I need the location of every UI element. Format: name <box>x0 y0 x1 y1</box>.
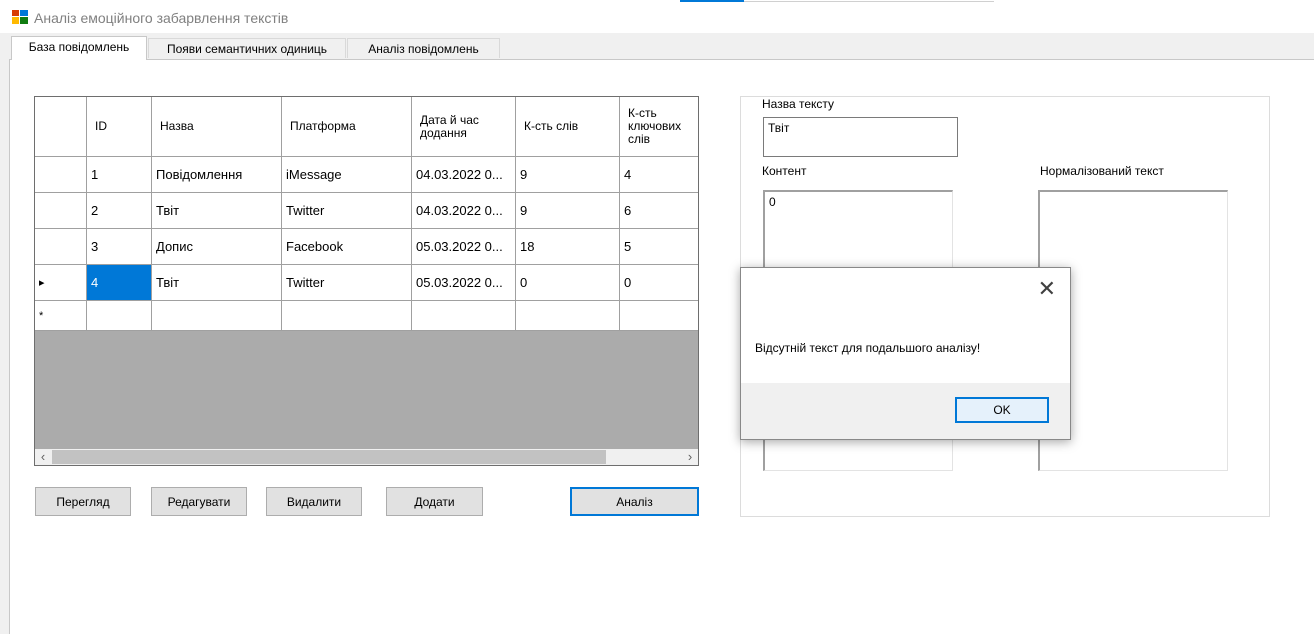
ok-button[interactable]: OK <box>955 397 1049 423</box>
table-cell[interactable]: 0 <box>516 265 620 301</box>
horizontal-scrollbar[interactable]: ‹ › <box>35 449 698 465</box>
title-accent-line <box>680 0 744 2</box>
scroll-left-arrow-icon[interactable]: ‹ <box>35 449 51 465</box>
close-icon[interactable]: ✕ <box>1038 276 1056 302</box>
column-header-id[interactable]: ID <box>87 97 152 157</box>
view-button[interactable]: Перегляд <box>35 487 131 516</box>
window-title: Аналіз емоційного забарвлення текстів <box>34 10 289 26</box>
table-cell-selected[interactable]: 4 <box>87 265 152 301</box>
new-row-cell[interactable] <box>87 301 152 331</box>
add-button[interactable]: Додати <box>386 487 483 516</box>
new-row-cell[interactable] <box>620 301 698 331</box>
grid-corner-header <box>35 97 87 157</box>
new-row-cell[interactable] <box>152 301 282 331</box>
column-header-keyword-count[interactable]: К-сть ключових слів <box>620 97 698 157</box>
tab-message-analysis[interactable]: Аналіз повідомлень <box>347 38 500 58</box>
new-row-cell[interactable] <box>282 301 412 331</box>
app-icon <box>12 10 28 24</box>
new-row-cell[interactable] <box>412 301 516 331</box>
text-name-field[interactable]: Твіт <box>763 117 958 157</box>
row-header[interactable] <box>35 157 87 193</box>
table-cell[interactable]: 04.03.2022 0... <box>412 157 516 193</box>
tab-semantic-units[interactable]: Появи семантичних одиниць <box>148 38 346 58</box>
table-cell[interactable]: iMessage <box>282 157 412 193</box>
table-cell[interactable]: 18 <box>516 229 620 265</box>
scroll-right-arrow-icon[interactable]: › <box>682 449 698 465</box>
table-cell[interactable]: 04.03.2022 0... <box>412 193 516 229</box>
delete-button[interactable]: Видалити <box>266 487 362 516</box>
column-header-name[interactable]: Назва <box>152 97 282 157</box>
messages-grid[interactable]: ID Назва Платформа Дата й час додання К-… <box>34 96 699 466</box>
table-cell[interactable]: 05.03.2022 0... <box>412 265 516 301</box>
new-row-cell[interactable] <box>516 301 620 331</box>
table-cell[interactable]: Твіт <box>152 265 282 301</box>
dialog-message: Відсутній текст для подальшого аналізу! <box>755 341 981 355</box>
table-cell[interactable]: 4 <box>620 157 698 193</box>
table-cell[interactable]: 0 <box>620 265 698 301</box>
table-cell[interactable]: Твіт <box>152 193 282 229</box>
row-header-current-indicator[interactable]: ▸ <box>35 265 87 301</box>
table-cell[interactable]: 3 <box>87 229 152 265</box>
table-cell[interactable]: 1 <box>87 157 152 193</box>
column-header-word-count[interactable]: К-сть слів <box>516 97 620 157</box>
table-cell[interactable]: Повідомлення <box>152 157 282 193</box>
table-cell[interactable]: Facebook <box>282 229 412 265</box>
row-header[interactable] <box>35 193 87 229</box>
table-cell[interactable]: 9 <box>516 193 620 229</box>
column-header-date-added[interactable]: Дата й час додання <box>412 97 516 157</box>
title-bar: Аналіз емоційного забарвлення текстів <box>0 0 1314 33</box>
title-divider-line <box>744 1 994 2</box>
message-dialog: ✕ Відсутній текст для подальшого аналізу… <box>740 267 1071 440</box>
scrollbar-thumb[interactable] <box>52 450 606 464</box>
normalized-text-label: Нормалізований текст <box>1040 164 1164 178</box>
new-row-indicator[interactable]: * <box>35 301 87 331</box>
table-cell[interactable]: 6 <box>620 193 698 229</box>
table-cell[interactable]: 05.03.2022 0... <box>412 229 516 265</box>
content-label: Контент <box>762 164 807 178</box>
text-name-label: Назва тексту <box>762 97 835 111</box>
table-cell[interactable]: 5 <box>620 229 698 265</box>
edit-button[interactable]: Редагувати <box>151 487 247 516</box>
analyze-button[interactable]: Аналіз <box>570 487 699 516</box>
table-cell[interactable]: 9 <box>516 157 620 193</box>
table-cell[interactable]: Twitter <box>282 265 412 301</box>
column-header-platform[interactable]: Платформа <box>282 97 412 157</box>
table-cell[interactable]: 2 <box>87 193 152 229</box>
tab-messages-database[interactable]: База повідомлень <box>11 36 147 60</box>
table-cell[interactable]: Twitter <box>282 193 412 229</box>
row-header[interactable] <box>35 229 87 265</box>
table-cell[interactable]: Допис <box>152 229 282 265</box>
dialog-footer: OK <box>741 383 1070 439</box>
